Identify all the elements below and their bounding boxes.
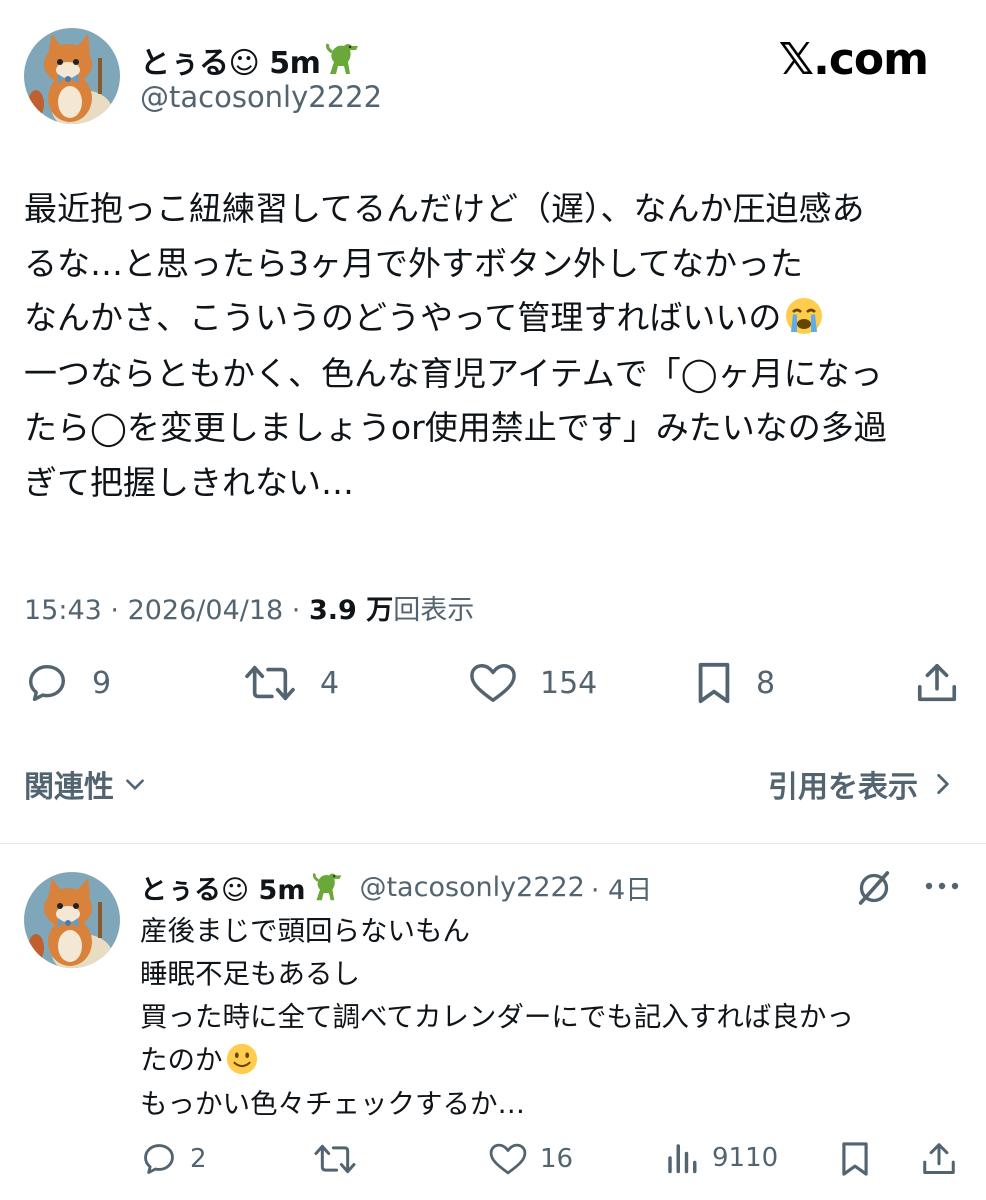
repost-icon bbox=[245, 665, 295, 701]
chevron-down-icon bbox=[126, 779, 144, 790]
sort-label: 関連性 bbox=[24, 770, 114, 805]
reply-like-count: 16 bbox=[540, 1144, 574, 1174]
sort-dropdown[interactable]: 関連性 bbox=[24, 762, 148, 806]
reply-icon bbox=[28, 664, 66, 702]
tweet-time[interactable]: 15:43 bbox=[24, 595, 102, 626]
site-logo: 𝕏.com bbox=[778, 34, 929, 85]
bookmark-icon bbox=[842, 1142, 868, 1176]
reply-text-line: 睡眠不足もあるし bbox=[140, 958, 360, 990]
reply-text-line: もっかい色々チェックするか… bbox=[140, 1087, 525, 1120]
tweet-text-line: たら◯を変更しましょうor使用禁止です」みたいなの多過 bbox=[24, 408, 887, 448]
reply-author-handle[interactable]: @tacosonly2222 bbox=[359, 872, 584, 903]
like-count: 154 bbox=[540, 665, 598, 701]
crying-face-emoji bbox=[781, 292, 825, 347]
tweet-text-line: るな…と思ったら3ヶ月で外すボタン外してなかった bbox=[24, 243, 804, 283]
chevron-right-icon bbox=[937, 773, 949, 795]
dinosaur-emoji bbox=[324, 40, 362, 80]
bookmark-button[interactable]: 8 bbox=[694, 660, 775, 706]
tweet-text-line: なんかさ、こういうのどうやって管理すればいいの bbox=[24, 298, 782, 337]
repost-count: 4 bbox=[320, 665, 340, 701]
share-icon bbox=[917, 663, 957, 702]
dinosaur-emoji bbox=[311, 870, 345, 906]
bookmark-count: 8 bbox=[756, 665, 776, 701]
author-handle[interactable]: @tacosonly2222 bbox=[140, 80, 382, 114]
cat-avatar-image bbox=[24, 28, 120, 124]
ellipsis-icon bbox=[925, 882, 959, 890]
cat-avatar-image bbox=[24, 872, 120, 968]
tweet-text-line: 一つならともかく、色んな育児アイテムで「◯ヶ月になっ bbox=[24, 353, 883, 393]
separator-dot: · bbox=[291, 595, 309, 626]
reply-button[interactable]: 9 bbox=[24, 660, 111, 706]
reply-like-button[interactable]: 16 bbox=[488, 1140, 573, 1178]
bookmark-icon bbox=[698, 662, 730, 704]
reply-actions: 2 16 9110 bbox=[0, 1140, 986, 1184]
reply-author-avatar[interactable] bbox=[24, 872, 120, 968]
reply-count: 9 bbox=[92, 665, 112, 701]
tweet-actions: 9 4 154 8 bbox=[0, 660, 986, 716]
reply-icon bbox=[144, 1144, 174, 1174]
repost-button[interactable]: 4 bbox=[242, 660, 339, 706]
share-icon bbox=[923, 1143, 955, 1174]
quotes-label: 引用を表示 bbox=[768, 770, 918, 805]
author-avatar[interactable] bbox=[24, 28, 120, 124]
tweet-text-line-with-emoji: なんかさ、こういうのどうやって管理すればいいの bbox=[24, 291, 964, 347]
view-quotes-link[interactable]: 引用を表示 bbox=[768, 762, 954, 806]
grok-button[interactable] bbox=[854, 868, 894, 912]
tweet-text-line: 最近抱っこ紐練習してるんだけど（遅）、なんか圧迫感あ bbox=[24, 189, 865, 228]
reply-author-name[interactable]: とぅる☺︎ 5m bbox=[140, 868, 305, 907]
reply-views-button[interactable]: 9110 bbox=[664, 1140, 778, 1176]
reply-text-line: 買った時に全て調べてカレンダーにでも記入すれば良かっ bbox=[140, 1001, 854, 1033]
reply-bookmark-button[interactable] bbox=[838, 1140, 872, 1178]
reply-text: 産後まじで頭回らないもん 睡眠不足もあるし 買った時に全て調べてカレンダーにでも… bbox=[140, 910, 960, 1126]
reply-views-count: 9110 bbox=[712, 1143, 779, 1173]
share-button[interactable] bbox=[914, 660, 960, 706]
separator-dot: · bbox=[110, 595, 128, 626]
divider bbox=[0, 843, 986, 844]
tweet-text: 最近抱っこ紐練習してるんだけど（遅）、なんか圧迫感あ るな…と思ったら3ヶ月で外… bbox=[24, 182, 964, 510]
more-options-button[interactable] bbox=[922, 876, 962, 900]
repost-icon bbox=[314, 1144, 356, 1174]
author-name-row[interactable]: とぅる☺︎ 5m bbox=[140, 38, 362, 82]
views-count: 3.9 万 bbox=[308, 595, 394, 626]
views-label: 回表示 bbox=[393, 595, 475, 626]
reply-reply-count: 2 bbox=[190, 1144, 207, 1174]
grok-icon bbox=[858, 871, 890, 905]
reply-text-line-with-emoji: たのか bbox=[140, 1039, 960, 1083]
author-name[interactable]: とぅる☺︎ 5m bbox=[140, 38, 321, 82]
replies-header: 関連性 引用を表示 bbox=[24, 762, 964, 806]
slightly-smiling-face-emoji bbox=[223, 1040, 259, 1083]
heart-icon bbox=[489, 1143, 527, 1175]
like-button[interactable]: 154 bbox=[468, 660, 597, 706]
tweet-meta: 15:43 · 2026/04/18 · 3.9 万回表示 bbox=[24, 588, 474, 627]
reply-repost-button[interactable] bbox=[312, 1140, 370, 1178]
reply-text-line: 産後まじで頭回らないもん bbox=[140, 915, 470, 947]
reply-text-line: たのか bbox=[140, 1044, 223, 1076]
tweet-date[interactable]: 2026/04/18 bbox=[128, 595, 284, 626]
reply-time[interactable]: · 4日 bbox=[591, 868, 652, 907]
heart-icon bbox=[470, 664, 516, 702]
analytics-icon bbox=[668, 1144, 697, 1174]
tweet-text-line: ぎて把握しきれない… bbox=[24, 462, 354, 502]
reply-reply-button[interactable]: 2 bbox=[140, 1140, 207, 1178]
reply-share-button[interactable] bbox=[920, 1140, 958, 1178]
reply-header: とぅる☺︎ 5m @tacosonly2222 · 4日 bbox=[140, 868, 652, 907]
